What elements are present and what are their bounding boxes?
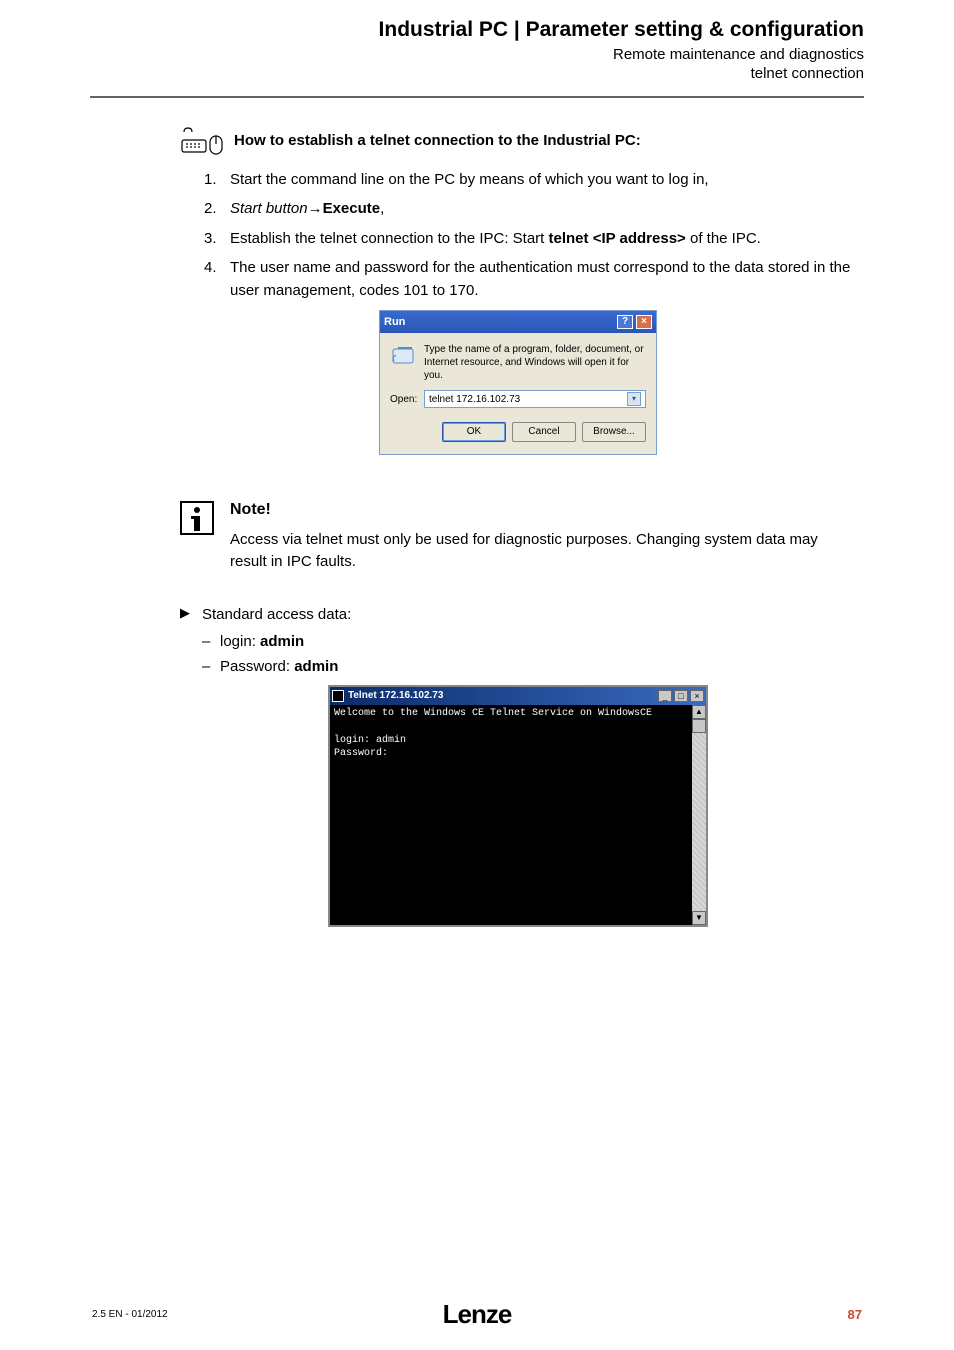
step-num: 2. [204,197,230,220]
run-body: Type the name of a program, folder, docu… [380,333,656,454]
step-text: Start the command line on the PC by mean… [230,168,856,191]
telnet-cmd: telnet <IP address> [549,230,686,247]
telnet-titlebar[interactable]: Telnet 172.16.102.73 _ □ × [330,687,706,705]
password-value: admin [294,658,338,675]
scroll-thumb[interactable] [692,719,706,733]
telnet-login-line: login: admin [334,734,688,748]
run-program-icon [390,343,418,369]
step-num: 1. [204,168,230,191]
step3-pre: Establish the telnet connection to the I… [230,230,549,247]
page-number: 87 [848,1307,862,1322]
access-data-list: ▶ Standard access data: – login: admin –… [180,603,856,679]
step-text: Establish the telnet connection to the I… [230,227,856,250]
triangle-bullet-icon: ▶ [180,603,202,626]
close-button[interactable]: × [636,315,652,329]
dash-bullet-icon: – [202,655,220,678]
telnet-console[interactable]: Welcome to the Windows CE Telnet Service… [330,705,692,925]
arrow-icon: → [308,200,323,217]
telnet-welcome-line: Welcome to the Windows CE Telnet Service… [334,707,688,721]
howto-row: How to establish a telnet connection to … [180,126,856,158]
step3-post: of the IPC. [686,230,761,247]
password-row: Password: admin [220,655,338,678]
dash-bullet-icon: – [202,630,220,653]
howto-heading: How to establish a telnet connection to … [234,126,641,149]
minimize-button[interactable]: _ [658,690,672,702]
steps-list: 1. Start the command line on the PC by m… [180,168,856,302]
scrollbar[interactable]: ▲ ▼ [692,705,706,925]
footer-logo: Lenze [443,1299,512,1330]
open-input[interactable]: telnet 172.16.102.73 ▾ [424,390,646,408]
telnet-title: Telnet 172.16.102.73 [348,690,656,701]
header-subtitle-1: Remote maintenance and diagnostics [0,46,864,63]
telnet-app-icon [332,690,344,702]
run-dialog: Run ? × Type the name of a program, fold… [379,310,657,455]
login-row: login: admin [220,630,304,653]
help-button[interactable]: ? [617,315,633,329]
scroll-up-button[interactable]: ▲ [692,705,706,719]
maximize-button[interactable]: □ [674,690,688,702]
execute-label: Execute [323,200,381,217]
header-subtitle-2: telnet connection [0,65,864,82]
run-description: Type the name of a program, folder, docu… [424,343,646,382]
page-footer: 2.5 EN - 01/2012 Lenze 87 [0,1307,954,1322]
footer-version: 2.5 EN - 01/2012 [92,1309,168,1320]
info-icon [180,501,214,535]
std-access-label: Standard access data: [202,603,351,626]
login-label: login: [220,633,260,650]
step-num: 4. [204,256,230,303]
run-titlebar[interactable]: Run ? × [380,311,656,333]
browse-button[interactable]: Browse... [582,422,646,442]
note-block: Note! Access via telnet must only be use… [180,501,856,573]
dropdown-icon[interactable]: ▾ [627,392,641,406]
open-label: Open: [390,394,424,405]
comma: , [380,200,384,217]
telnet-password-line: Password: [334,747,688,761]
open-value: telnet 172.16.102.73 [429,394,520,405]
step-text: The user name and password for the authe… [230,256,856,303]
note-text: Access via telnet must only be used for … [230,529,856,573]
page-header: Industrial PC | Parameter setting & conf… [0,0,954,82]
header-title: Industrial PC | Parameter setting & conf… [0,18,864,42]
telnet-window: Telnet 172.16.102.73 _ □ × Welcome to th… [328,685,708,927]
cancel-button[interactable]: Cancel [512,422,576,442]
run-title: Run [384,316,614,328]
step-text: Start button→Execute, [230,197,856,220]
password-label: Password: [220,658,294,675]
login-value: admin [260,633,304,650]
keyboard-mouse-icon [180,126,226,158]
step-num: 3. [204,227,230,250]
start-button-label: Start button [230,200,308,217]
note-title: Note! [230,501,856,519]
ok-button[interactable]: OK [442,422,506,442]
close-button[interactable]: × [690,690,704,702]
scroll-down-button[interactable]: ▼ [692,911,706,925]
